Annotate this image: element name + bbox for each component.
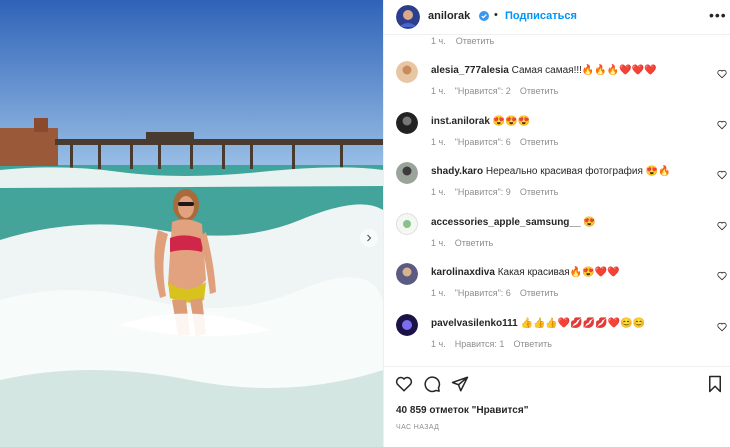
comment-time: 1 ч. <box>431 288 446 298</box>
post-sidebar: anilorak • Подписаться ••• 1 ч. Ответить… <box>383 0 730 447</box>
commenter-username[interactable]: karolinaxdiva <box>431 267 495 278</box>
comment-time: 1 ч. <box>431 137 446 147</box>
commenter-username[interactable]: accessories_apple_samsung__ <box>431 217 581 228</box>
comment-time: 1 ч. <box>431 86 446 96</box>
comment-item: shady.karo Нереально красивая фотография… <box>384 162 730 212</box>
like-comment-heart-icon[interactable] <box>717 120 727 130</box>
comment-text: alesia_777alesia Самая самая!!!🔥🔥🔥❤️❤️❤️ <box>431 65 657 76</box>
reply-button[interactable]: Ответить <box>520 187 558 197</box>
comment-meta: 1 ч. "Нравится": 6 Ответить <box>431 288 567 298</box>
comment-item: karolinaxdiva Какая красивая🔥😍❤️❤️ 1 ч. "… <box>384 263 730 313</box>
commenter-username[interactable]: alesia_777alesia <box>431 65 509 76</box>
comment-meta: 1 ч. "Нравится": 2 Ответить <box>431 86 567 96</box>
like-comment-heart-icon[interactable] <box>717 221 727 231</box>
comment-body: Какая красивая🔥😍❤️❤️ <box>497 267 620 278</box>
like-comment-heart-icon[interactable] <box>717 322 727 332</box>
comment-likes[interactable]: "Нравится": 9 <box>455 187 511 197</box>
commenter-avatar[interactable] <box>396 112 418 134</box>
commenter-username[interactable]: inst.anilorak <box>431 116 490 127</box>
commenter-avatar[interactable] <box>396 314 418 336</box>
comment-meta: 1 ч. Нравится: 1 Ответить <box>431 339 561 349</box>
commenter-avatar[interactable] <box>396 263 418 285</box>
comment-item: pavelvasilenko111 👍👍👍❤️💋💋💋❤️😊😊 1 ч. Нрави… <box>384 314 730 364</box>
comment-icon[interactable] <box>423 375 441 393</box>
follow-button[interactable]: Подписаться <box>505 10 577 22</box>
comment-meta: 1 ч. "Нравится": 6 Ответить <box>431 137 567 147</box>
comment-item: accessories_apple_samsung__ 😍 1 ч. Ответи… <box>384 213 730 263</box>
comment-likes[interactable]: "Нравится": 2 <box>455 86 511 96</box>
post-timestamp: ЧАС НАЗАД <box>396 424 440 431</box>
previous-comment-meta: 1 ч. Ответить <box>431 36 494 46</box>
comment-time: 1 ч. <box>431 187 446 197</box>
comment-likes[interactable]: Нравится: 1 <box>455 339 505 349</box>
comment-likes[interactable]: "Нравится": 6 <box>455 288 511 298</box>
comment-item: alesia_777alesia Самая самая!!!🔥🔥🔥❤️❤️❤️… <box>384 61 730 111</box>
reply-button[interactable]: Ответить <box>520 86 558 96</box>
commenter-username[interactable]: shady.karo <box>431 166 483 177</box>
heart-icon[interactable] <box>395 375 413 393</box>
like-comment-heart-icon[interactable] <box>717 69 727 79</box>
post-actions <box>384 366 730 403</box>
chevron-right-icon <box>367 234 372 242</box>
next-image-button[interactable] <box>360 229 378 247</box>
like-comment-heart-icon[interactable] <box>717 271 727 281</box>
commenter-avatar[interactable] <box>396 213 418 235</box>
commenter-avatar[interactable] <box>396 61 418 83</box>
comment-item: inst.anilorak 😍😍😍 1 ч. "Нравится": 6 Ответ… <box>384 112 730 162</box>
like-comment-heart-icon[interactable] <box>717 170 727 180</box>
comment-time: 1 ч. <box>431 339 446 349</box>
comment-meta: 1 ч. Ответить <box>431 238 502 248</box>
comment-text: karolinaxdiva Какая красивая🔥😍❤️❤️ <box>431 267 620 278</box>
likes-count[interactable]: 40 859 отметок "Нравится" <box>396 405 528 416</box>
post-photo <box>0 0 383 447</box>
comment-body: 😍😍😍 <box>492 116 531 127</box>
reply-button[interactable]: Ответить <box>456 36 494 46</box>
comment-text: pavelvasilenko111 👍👍👍❤️💋💋💋❤️😊😊 <box>431 318 645 329</box>
author-username[interactable]: anilorak <box>428 10 470 22</box>
share-icon[interactable] <box>451 375 469 393</box>
comment-likes[interactable]: "Нравится": 6 <box>455 137 511 147</box>
commenter-avatar[interactable] <box>396 162 418 184</box>
more-options-button[interactable]: ••• <box>709 7 727 23</box>
verified-icon <box>479 11 489 21</box>
comment-body: Самая самая!!!🔥🔥🔥❤️❤️❤️ <box>511 65 657 76</box>
comment-text: accessories_apple_samsung__ 😍 <box>431 217 596 228</box>
comment-body: 😍 <box>583 217 596 228</box>
author-avatar[interactable] <box>396 5 420 29</box>
bookmark-icon[interactable] <box>706 375 724 393</box>
comment-time: 1 ч. <box>431 36 446 46</box>
comment-text: shady.karo Нереально красивая фотография… <box>431 166 671 177</box>
comment-body: 👍👍👍❤️💋💋💋❤️😊😊 <box>520 318 646 329</box>
separator-dot: • <box>494 9 498 21</box>
comment-meta: 1 ч. "Нравится": 9 Ответить <box>431 187 567 197</box>
beach-photo <box>0 0 383 447</box>
reply-button[interactable]: Ответить <box>513 339 551 349</box>
commenter-username[interactable]: pavelvasilenko111 <box>431 318 518 329</box>
comment-body: Нереально красивая фотография 😍🔥 <box>485 166 671 177</box>
reply-button[interactable]: Ответить <box>520 288 558 298</box>
reply-button[interactable]: Ответить <box>520 137 558 147</box>
post-header: anilorak • Подписаться ••• <box>384 0 730 35</box>
comment-time: 1 ч. <box>431 238 446 248</box>
comment-text: inst.anilorak 😍😍😍 <box>431 116 530 127</box>
reply-button[interactable]: Ответить <box>455 238 493 248</box>
comments-list: 1 ч. Ответить alesia_777alesia Самая сам… <box>384 34 730 366</box>
